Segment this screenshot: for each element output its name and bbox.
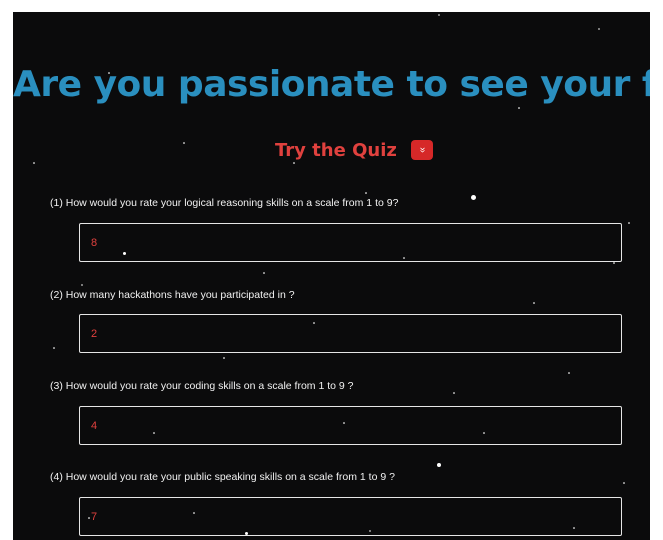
- question-1-label: (1) How would you rate your logical reas…: [50, 197, 399, 209]
- star-dot: [623, 482, 625, 484]
- question-3-field[interactable]: [79, 406, 622, 445]
- quiz-page: Are you passionate to see your future ? …: [13, 12, 650, 540]
- star-dot: [628, 222, 630, 224]
- star-dot: [33, 162, 35, 164]
- star-dot: [598, 28, 600, 30]
- star-dot: [471, 195, 476, 200]
- chevron-down-icon: »: [416, 147, 428, 153]
- star-dot: [518, 107, 520, 109]
- star-dot: [223, 357, 225, 359]
- star-dot: [53, 347, 55, 349]
- page-title: Are you passionate to see your future ?: [13, 64, 650, 105]
- question-4-field[interactable]: [79, 497, 622, 536]
- try-quiz-label: Try the Quiz: [275, 139, 397, 161]
- star-dot: [437, 463, 441, 467]
- star-dot: [613, 262, 615, 264]
- question-2-label: (2) How many hackathons have you partici…: [50, 289, 295, 301]
- star-dot: [183, 142, 185, 144]
- star-dot: [533, 302, 535, 304]
- star-dot: [453, 392, 455, 394]
- question-1-field[interactable]: [79, 223, 622, 262]
- star-dot: [81, 284, 83, 286]
- star-dot: [568, 372, 570, 374]
- star-dot: [365, 192, 367, 194]
- question-3-label: (3) How would you rate your coding skill…: [50, 380, 354, 392]
- star-dot: [263, 272, 265, 274]
- try-quiz-button[interactable]: »: [410, 140, 433, 160]
- star-dot: [438, 14, 440, 16]
- try-quiz-row: Try the Quiz »: [275, 135, 433, 165]
- question-2-field[interactable]: [79, 314, 622, 353]
- question-4-label: (4) How would you rate your public speak…: [50, 471, 395, 483]
